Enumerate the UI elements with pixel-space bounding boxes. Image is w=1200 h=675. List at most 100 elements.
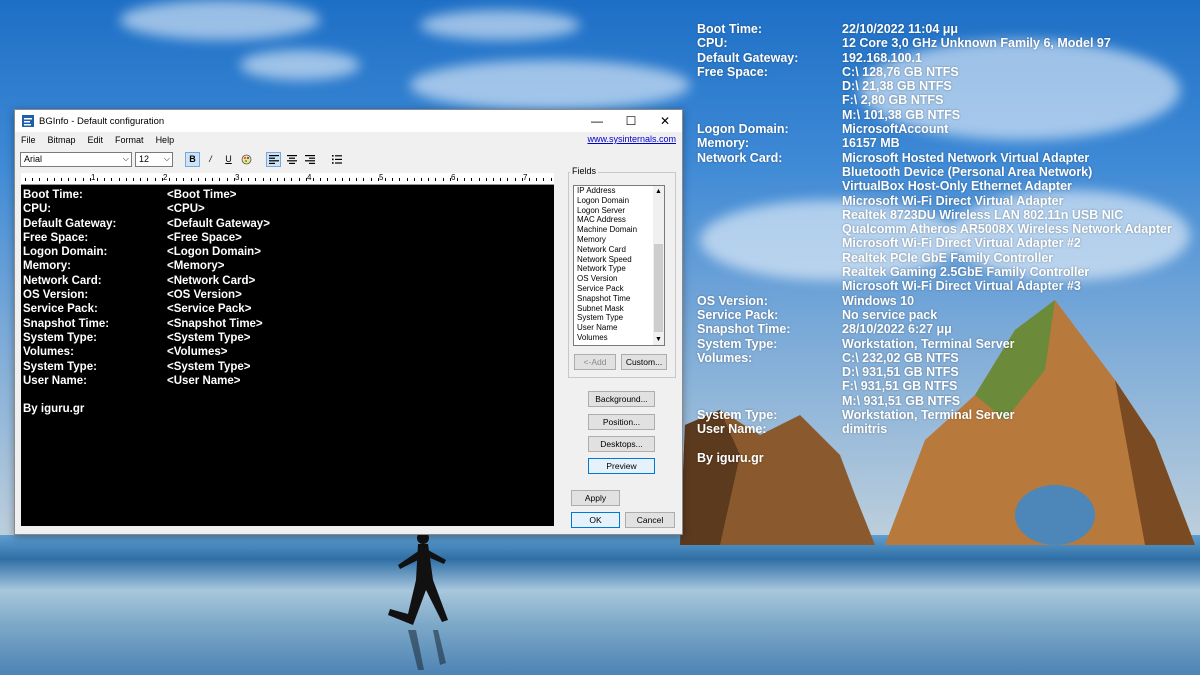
desktop-info-row: Realtek PCIe GbE Family Controller	[697, 251, 1172, 265]
desktop-info-label: Free Space:	[697, 64, 768, 79]
color-picker-button[interactable]	[239, 152, 254, 167]
cancel-button[interactable]: Cancel	[625, 512, 675, 528]
underline-button[interactable]: U	[221, 152, 236, 167]
font-size-select[interactable]: 12 ⌵	[135, 151, 173, 167]
desktop-info-row: D:\ 21,38 GB NTFS	[697, 79, 1172, 93]
field-list-item[interactable]: Service Pack	[574, 284, 664, 294]
italic-button[interactable]: /	[203, 152, 218, 167]
bold-button[interactable]: B	[185, 151, 200, 167]
desktop-info-row: User Name: dimitris	[697, 422, 1172, 436]
ruler-tick	[493, 178, 494, 181]
desktop-info-value: VirtualBox Host-Only Ethernet Adapter	[842, 179, 1072, 194]
editor-row: Service Pack: <Service Pack>	[21, 302, 554, 316]
bginfo-window[interactable]: BGInfo - Default configuration — ☐ ✕ Fil…	[14, 109, 683, 535]
field-list-item[interactable]: Network Card	[574, 245, 664, 255]
close-button[interactable]: ✕	[648, 110, 682, 132]
desktop-info-label	[697, 108, 842, 122]
font-size-value: 12	[139, 154, 150, 164]
scroll-thumb[interactable]	[654, 244, 663, 332]
desktop-info-value: F:\ 2,80 GB NTFS	[842, 93, 944, 108]
ruler-tick	[413, 178, 415, 181]
ruler-tick	[140, 178, 142, 181]
editor-label: Volumes:	[23, 346, 74, 359]
editor-row: OS Version: <OS Version>	[21, 288, 554, 302]
desktop-info-value: Workstation, Terminal Server	[842, 336, 1015, 351]
desktop-info-row: Microsoft Wi-Fi Direct Virtual Adapter #…	[697, 236, 1172, 250]
menu-bitmap[interactable]: Bitmap	[42, 135, 82, 145]
menu-help[interactable]: Help	[150, 135, 181, 145]
field-list-item[interactable]: Logon Domain	[574, 196, 664, 206]
field-list-item[interactable]: Volumes	[574, 333, 664, 343]
runner-silhouette	[388, 532, 448, 670]
editor-field-token: <Logon Domain>	[167, 246, 261, 259]
editor-field-token: <Service Pack>	[167, 303, 252, 316]
ruler-number: 3	[235, 173, 240, 182]
font-name-value: Arial	[24, 154, 43, 164]
custom-button[interactable]: Custom...	[621, 354, 667, 370]
desktop-info-label	[697, 236, 842, 250]
field-list-item[interactable]: MAC Address	[574, 215, 664, 225]
field-list-item[interactable]: Snapshot Time	[574, 294, 664, 304]
editor-row: User Name: <User Name>	[21, 374, 554, 388]
desktop-info-value: 22/10/2022 11:04 μμ	[842, 22, 959, 36]
font-name-select[interactable]: Arial ⌵	[20, 151, 132, 167]
field-list-item[interactable]: Memory	[574, 235, 664, 245]
apply-button[interactable]: Apply	[571, 490, 620, 506]
field-list-item[interactable]: OS Version	[574, 274, 664, 284]
field-list-item[interactable]: Machine Domain	[574, 225, 664, 235]
ruler-tick	[255, 178, 257, 181]
editor-row: Logon Domain: <Logon Domain>	[21, 245, 554, 259]
ruler-tick	[406, 178, 408, 181]
field-list-item[interactable]: Network Type	[574, 264, 664, 274]
title-bar[interactable]: BGInfo - Default configuration — ☐ ✕	[15, 110, 682, 132]
editor-field-token: <Free Space>	[167, 231, 242, 244]
editor-label: OS Version:	[23, 289, 89, 302]
preview-button[interactable]: Preview	[588, 458, 655, 474]
fields-scrollbar[interactable]: ▲ ▼	[653, 186, 664, 345]
scroll-down-icon[interactable]: ▼	[653, 334, 664, 345]
editor-field-token: <System Type>	[167, 360, 251, 373]
field-list-item[interactable]: IP Address	[574, 186, 664, 196]
menu-file[interactable]: File	[15, 135, 42, 145]
desktops-button[interactable]: Desktops...	[588, 436, 655, 452]
menu-edit[interactable]: Edit	[82, 135, 110, 145]
add-field-button[interactable]: <-Add	[574, 354, 616, 370]
ruler-tick	[485, 178, 487, 181]
ruler-tick	[385, 178, 386, 181]
position-button[interactable]: Position...	[588, 414, 655, 430]
desktop-info-label: System Type:	[697, 408, 778, 423]
field-list-item[interactable]: User Name	[574, 323, 664, 333]
field-list-item[interactable]: Logon Server	[574, 206, 664, 216]
bullets-button[interactable]	[329, 152, 344, 167]
maximize-button[interactable]: ☐	[614, 110, 648, 132]
editor-field-token: <CPU>	[167, 203, 205, 216]
editor-area[interactable]: Boot Time: <Boot Time> CPU: <CPU> Default Ga…	[21, 185, 554, 526]
align-right-button[interactable]	[302, 152, 317, 167]
sysinternals-link[interactable]: www.sysinternals.com	[587, 134, 676, 144]
ruler-tick	[68, 178, 70, 181]
ruler-tick	[262, 178, 264, 181]
menu-format[interactable]: Format	[109, 135, 150, 145]
fields-listbox[interactable]: IP Address Logon Domain Logon Server MAC Ad…	[573, 185, 665, 346]
ruler-tick	[471, 178, 473, 181]
ruler-tick	[104, 178, 106, 181]
background-button[interactable]: Background...	[588, 391, 655, 407]
field-list-item[interactable]: System Type	[574, 313, 664, 323]
field-list-item[interactable]: Subnet Mask	[574, 304, 664, 314]
ruler-number: 7	[523, 173, 528, 182]
desktop-info-label: Memory:	[697, 136, 750, 151]
scroll-up-icon[interactable]: ▲	[653, 186, 664, 197]
cloud	[410, 60, 690, 110]
minimize-button[interactable]: —	[580, 110, 614, 132]
align-center-button[interactable]	[284, 152, 299, 167]
ruler-tick	[82, 178, 84, 181]
ruler-tick	[341, 178, 343, 181]
editor-row: System Type: <System Type>	[21, 331, 554, 345]
editor-row: Boot Time: <Boot Time>	[21, 188, 554, 202]
align-left-button[interactable]	[266, 151, 281, 167]
desktop-info-value: Realtek 8723DU Wireless LAN 802.11n USB …	[842, 207, 1124, 222]
desktop-info-value: M:\ 101,38 GB NTFS	[842, 107, 961, 122]
ok-button[interactable]: OK	[571, 512, 620, 528]
ruler-tick	[133, 178, 134, 181]
field-list-item[interactable]: Network Speed	[574, 255, 664, 265]
